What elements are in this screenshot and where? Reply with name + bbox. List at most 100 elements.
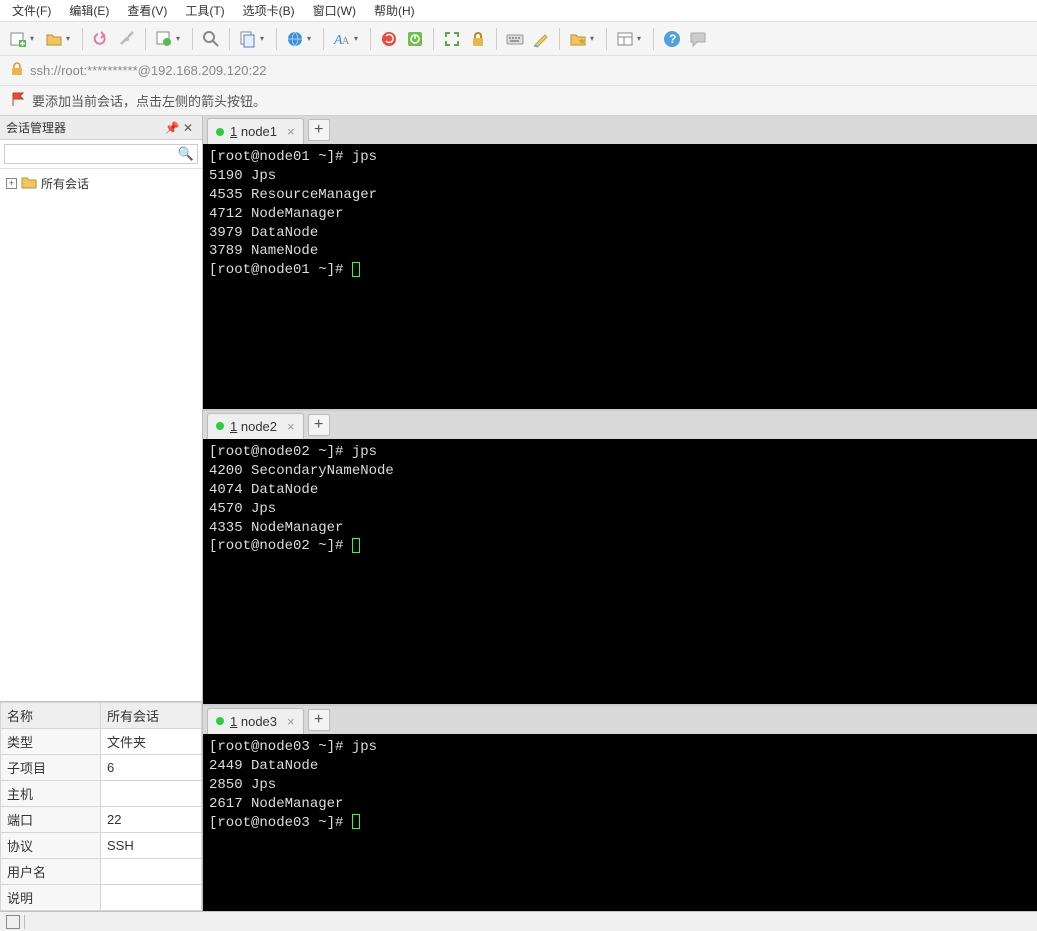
session-manager-header: 会话管理器 📌 ✕ [0,116,202,140]
terminals-area: 1 node1 × + [root@node01 ~]# jps 5190 Jp… [203,116,1037,911]
new-tab-button[interactable]: + [308,119,330,141]
close-icon[interactable]: ✕ [180,120,196,136]
status-bar [0,911,1037,931]
prop-val [101,885,202,911]
tab-index: 1 [230,714,237,729]
session-search: 🔍 [0,140,202,169]
tree-root-row[interactable]: + 所有会话 [4,173,198,194]
status-dot-icon [216,128,224,136]
cursor-icon [352,538,360,553]
terminal-block-1: 1 node1 × + [root@node01 ~]# jps 5190 Jp… [203,116,1037,409]
lock-icon[interactable] [468,29,488,49]
font-icon[interactable]: AA [332,29,352,49]
new-session-icon[interactable] [8,29,28,49]
prop-val: 文件夹 [101,729,202,755]
layout-dropdown[interactable]: ▾ [637,29,645,49]
menu-tabs[interactable]: 选项卡(B) [235,0,303,21]
green-power-icon[interactable] [405,29,425,49]
layout-icon[interactable] [615,29,635,49]
menu-file[interactable]: 文件(F) [4,0,59,21]
tree-root-label: 所有会话 [41,175,89,192]
pin-icon[interactable]: 📌 [164,120,180,136]
address-text[interactable]: ssh://root:**********@192.168.209.120:22 [30,63,267,78]
session-tree[interactable]: + 所有会话 [0,169,202,701]
session-manager-title: 会话管理器 [6,119,164,136]
menu-tools[interactable]: 工具(T) [177,0,232,21]
toolbar: ▾ ▾ ▾ ▾ ▾ AA ▾ ★ ▾ ▾ ? [0,22,1037,56]
statusbar-icon[interactable] [6,915,20,929]
prop-val [101,781,202,807]
prop-key: 端口 [1,807,101,833]
terminal-block-2: 1 node2 × + [root@node02 ~]# jps 4200 Se… [203,411,1037,704]
help-icon[interactable]: ? [662,29,682,49]
folder-star-dropdown[interactable]: ▾ [590,29,598,49]
tab-node1[interactable]: 1 node1 × [207,118,304,144]
open-dropdown[interactable]: ▾ [66,29,74,49]
tab-label: node3 [241,714,277,729]
folder-icon [21,175,37,192]
prop-key: 主机 [1,781,101,807]
open-icon[interactable] [44,29,64,49]
prop-header-key: 名称 [1,703,101,729]
terminal-2[interactable]: [root@node02 ~]# jps 4200 SecondaryNameN… [203,439,1037,704]
status-dot-icon [216,717,224,725]
keyboard-icon[interactable] [505,29,525,49]
tab-label: node2 [241,419,277,434]
lock-small-icon [10,62,24,79]
fullscreen-icon[interactable] [442,29,462,49]
magnifier-icon[interactable]: 🔍 [178,146,194,162]
tab-label: node1 [241,124,277,139]
menu-view[interactable]: 查看(V) [119,0,175,21]
copy-dropdown[interactable]: ▾ [260,29,268,49]
tabbar-2: 1 node2 × + [203,411,1037,439]
flag-icon[interactable] [10,91,26,110]
terminal-1[interactable]: [root@node01 ~]# jps 5190 Jps 4535 Resou… [203,144,1037,409]
search-input[interactable] [4,144,198,164]
hint-bar: 要添加当前会话，点击左侧的箭头按钮。 [0,86,1037,116]
terminal-block-3: 1 node3 × + [root@node03 ~]# jps 2449 Da… [203,706,1037,911]
properties-icon[interactable] [154,29,174,49]
disconnect-icon[interactable] [117,29,137,49]
globe-icon[interactable] [285,29,305,49]
status-dot-icon [216,422,224,430]
svg-text:?: ? [669,32,676,46]
svg-text:★: ★ [578,36,586,46]
new-tab-button[interactable]: + [308,709,330,731]
chat-icon[interactable] [688,29,708,49]
cursor-icon [352,814,360,829]
terminal-3[interactable]: [root@node03 ~]# jps 2449 DataNode 2850 … [203,734,1037,911]
menu-edit[interactable]: 编辑(E) [61,0,117,21]
svg-text:A: A [342,36,350,47]
menu-help[interactable]: 帮助(H) [366,0,423,21]
reconnect-icon[interactable] [91,29,111,49]
search-icon[interactable] [201,29,221,49]
address-bar: ssh://root:**********@192.168.209.120:22 [0,56,1037,86]
copy-icon[interactable] [238,29,258,49]
font-dropdown[interactable]: ▾ [354,29,362,49]
prop-key: 协议 [1,833,101,859]
properties-dropdown[interactable]: ▾ [176,29,184,49]
tree-expand-icon[interactable]: + [6,178,17,189]
menu-bar: 文件(F) 编辑(E) 查看(V) 工具(T) 选项卡(B) 窗口(W) 帮助(… [0,0,1037,22]
main-area: 会话管理器 📌 ✕ 🔍 + 所有会话 名称 所有会话 类型文件夹 子项目6 [0,116,1037,911]
new-session-dropdown[interactable]: ▾ [30,29,38,49]
prop-key: 类型 [1,729,101,755]
tab-close-icon[interactable]: × [287,124,295,139]
folder-star-icon[interactable]: ★ [568,29,588,49]
prop-val: 6 [101,755,202,781]
tab-node3[interactable]: 1 node3 × [207,708,304,734]
tab-index: 1 [230,419,237,434]
red-swirl-icon[interactable] [379,29,399,49]
highlighter-icon[interactable] [531,29,551,49]
tabbar-1: 1 node1 × + [203,116,1037,144]
tab-index: 1 [230,124,237,139]
tab-close-icon[interactable]: × [287,714,295,729]
tab-close-icon[interactable]: × [287,419,295,434]
menu-window[interactable]: 窗口(W) [305,0,364,21]
tab-node2[interactable]: 1 node2 × [207,413,304,439]
prop-key: 子项目 [1,755,101,781]
properties-panel: 名称 所有会话 类型文件夹 子项目6 主机 端口22 协议SSH 用户名 说明 [0,701,202,911]
sidebar: 会话管理器 📌 ✕ 🔍 + 所有会话 名称 所有会话 类型文件夹 子项目6 [0,116,203,911]
globe-dropdown[interactable]: ▾ [307,29,315,49]
new-tab-button[interactable]: + [308,414,330,436]
